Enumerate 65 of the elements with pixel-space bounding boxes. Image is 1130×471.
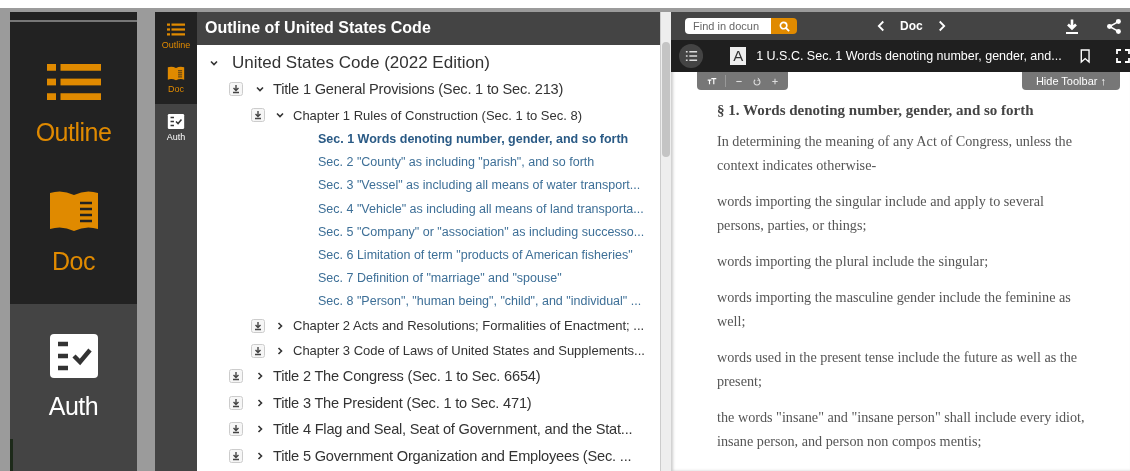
paragraph: words importing the singular include and apply to several persons, parties, or things; <box>717 192 1046 235</box>
chevron-right-icon[interactable] <box>275 320 285 331</box>
search-button[interactable] <box>771 18 797 34</box>
text-size-icon[interactable] <box>707 76 717 86</box>
section-heading: § 1. Words denoting number, gender, and so forth <box>717 102 1035 119</box>
outline-item[interactable]: Title 1 General Provisions (Sec. 1 to Sec. 213) <box>273 81 564 98</box>
chevron-down-icon[interactable] <box>275 110 285 120</box>
download-icon[interactable] <box>229 369 243 384</box>
outline-item[interactable]: Sec. 7 Definition of "marriage" and "spouse" <box>318 271 562 286</box>
nav-label: Doc <box>900 19 923 33</box>
list-icon <box>167 22 185 37</box>
chevron-right-icon[interactable] <box>255 371 265 382</box>
outline-item[interactable]: Sec. 3 "Vessel" as including all means of water transport... <box>318 178 641 193</box>
checklist-icon <box>167 114 185 129</box>
paragraph: the words "insane" and "insane person" shall include every idiot, insane person, and person non compos mentis; <box>717 408 1085 451</box>
outline-item[interactable]: Sec. 1 Words denoting number, gender, and so forth <box>318 132 629 147</box>
share-icon[interactable] <box>1106 17 1122 35</box>
download-icon[interactable] <box>251 108 265 122</box>
fullscreen-icon[interactable] <box>1116 49 1130 63</box>
book-icon <box>167 66 185 81</box>
download-icon[interactable] <box>1064 17 1080 35</box>
outline-item[interactable]: United States Code (2022 Edition) <box>232 52 490 73</box>
paragraph: words importing the masculine gender include the feminine as well; <box>717 288 1072 331</box>
chevron-right-icon[interactable] <box>255 450 265 461</box>
nav-tab[interactable]: Doc <box>155 56 197 104</box>
paragraph: words importing the plural include the singular; <box>717 252 990 271</box>
bookmark-icon[interactable] <box>1079 48 1090 64</box>
previous-icon[interactable] <box>877 20 886 32</box>
hide-toolbar-button[interactable]: Hide Toolbar ↑ <box>1021 72 1120 90</box>
download-icon[interactable] <box>229 82 243 97</box>
outline-item[interactable]: Chapter 2 Acts and Resolutions; Formalities of Enactment; ... <box>293 318 645 333</box>
chevron-right-icon[interactable] <box>275 345 285 356</box>
outline-item[interactable]: Sec. 2 "County" as including "parish", and so forth <box>318 155 595 170</box>
outline-item[interactable]: Title 4 Flag and Seal, Seat of Government, and the Stat... <box>273 421 633 438</box>
nav-tab[interactable]: Outline <box>155 12 197 56</box>
download-icon[interactable] <box>229 422 243 437</box>
contents-icon[interactable] <box>679 42 704 70</box>
zoom-in-icon[interactable] <box>770 76 780 86</box>
search-icon <box>778 20 790 32</box>
nav-tab[interactable]: Doc <box>10 165 137 304</box>
scrollbar[interactable] <box>660 12 671 471</box>
nav-tab[interactable]: Outline <box>10 20 137 165</box>
outline-item[interactable]: Sec. 6 Limitation of term "products of American fisheries" <box>318 248 633 263</box>
font-button[interactable]: A <box>730 47 747 65</box>
reset-icon[interactable] <box>752 76 762 86</box>
outline-item[interactable]: Title 5 Government Organization and Employees (Sec. ... <box>273 447 632 464</box>
outline-item[interactable]: Title 3 The President (Sec. 1 to Sec. 471) <box>273 394 532 411</box>
document-title: 1 U.S.C. Sec. 1 Words denoting number, gender, and... <box>756 49 1062 63</box>
outline-item[interactable]: Title 2 The Congress (Sec. 1 to Sec. 6654) <box>273 368 541 385</box>
outline-item[interactable]: Sec. 8 "Person", "human being", "child", and "individual" ... <box>318 294 642 309</box>
chevron-right-icon[interactable] <box>255 397 265 408</box>
download-icon[interactable] <box>229 395 243 410</box>
next-icon[interactable] <box>936 20 946 32</box>
outline-item[interactable]: Sec. 5 "Company" or "association" as including successo... <box>318 224 645 239</box>
panel-title: Outline of United States Code <box>197 12 660 45</box>
download-icon[interactable] <box>251 318 265 333</box>
outline-item[interactable]: Sec. 4 "Vehicle" as including all means of land transporta... <box>318 201 644 216</box>
paragraph: words used in the present tense include the future as well as the present; <box>717 348 1079 391</box>
download-icon[interactable] <box>229 448 243 463</box>
outline-item[interactable]: Chapter 1 Rules of Construction (Sec. 1 to Sec. 8) <box>293 107 583 123</box>
download-icon[interactable] <box>251 343 265 358</box>
chevron-right-icon[interactable] <box>255 424 265 435</box>
outline-item[interactable]: Chapter 3 Code of Laws of United States and Supplements... <box>293 343 645 358</box>
search-field[interactable]: Find in docun <box>685 18 771 34</box>
paragraph: In determining the meaning of any Act of Congress, unless the context indicates otherwise- <box>717 132 1073 175</box>
